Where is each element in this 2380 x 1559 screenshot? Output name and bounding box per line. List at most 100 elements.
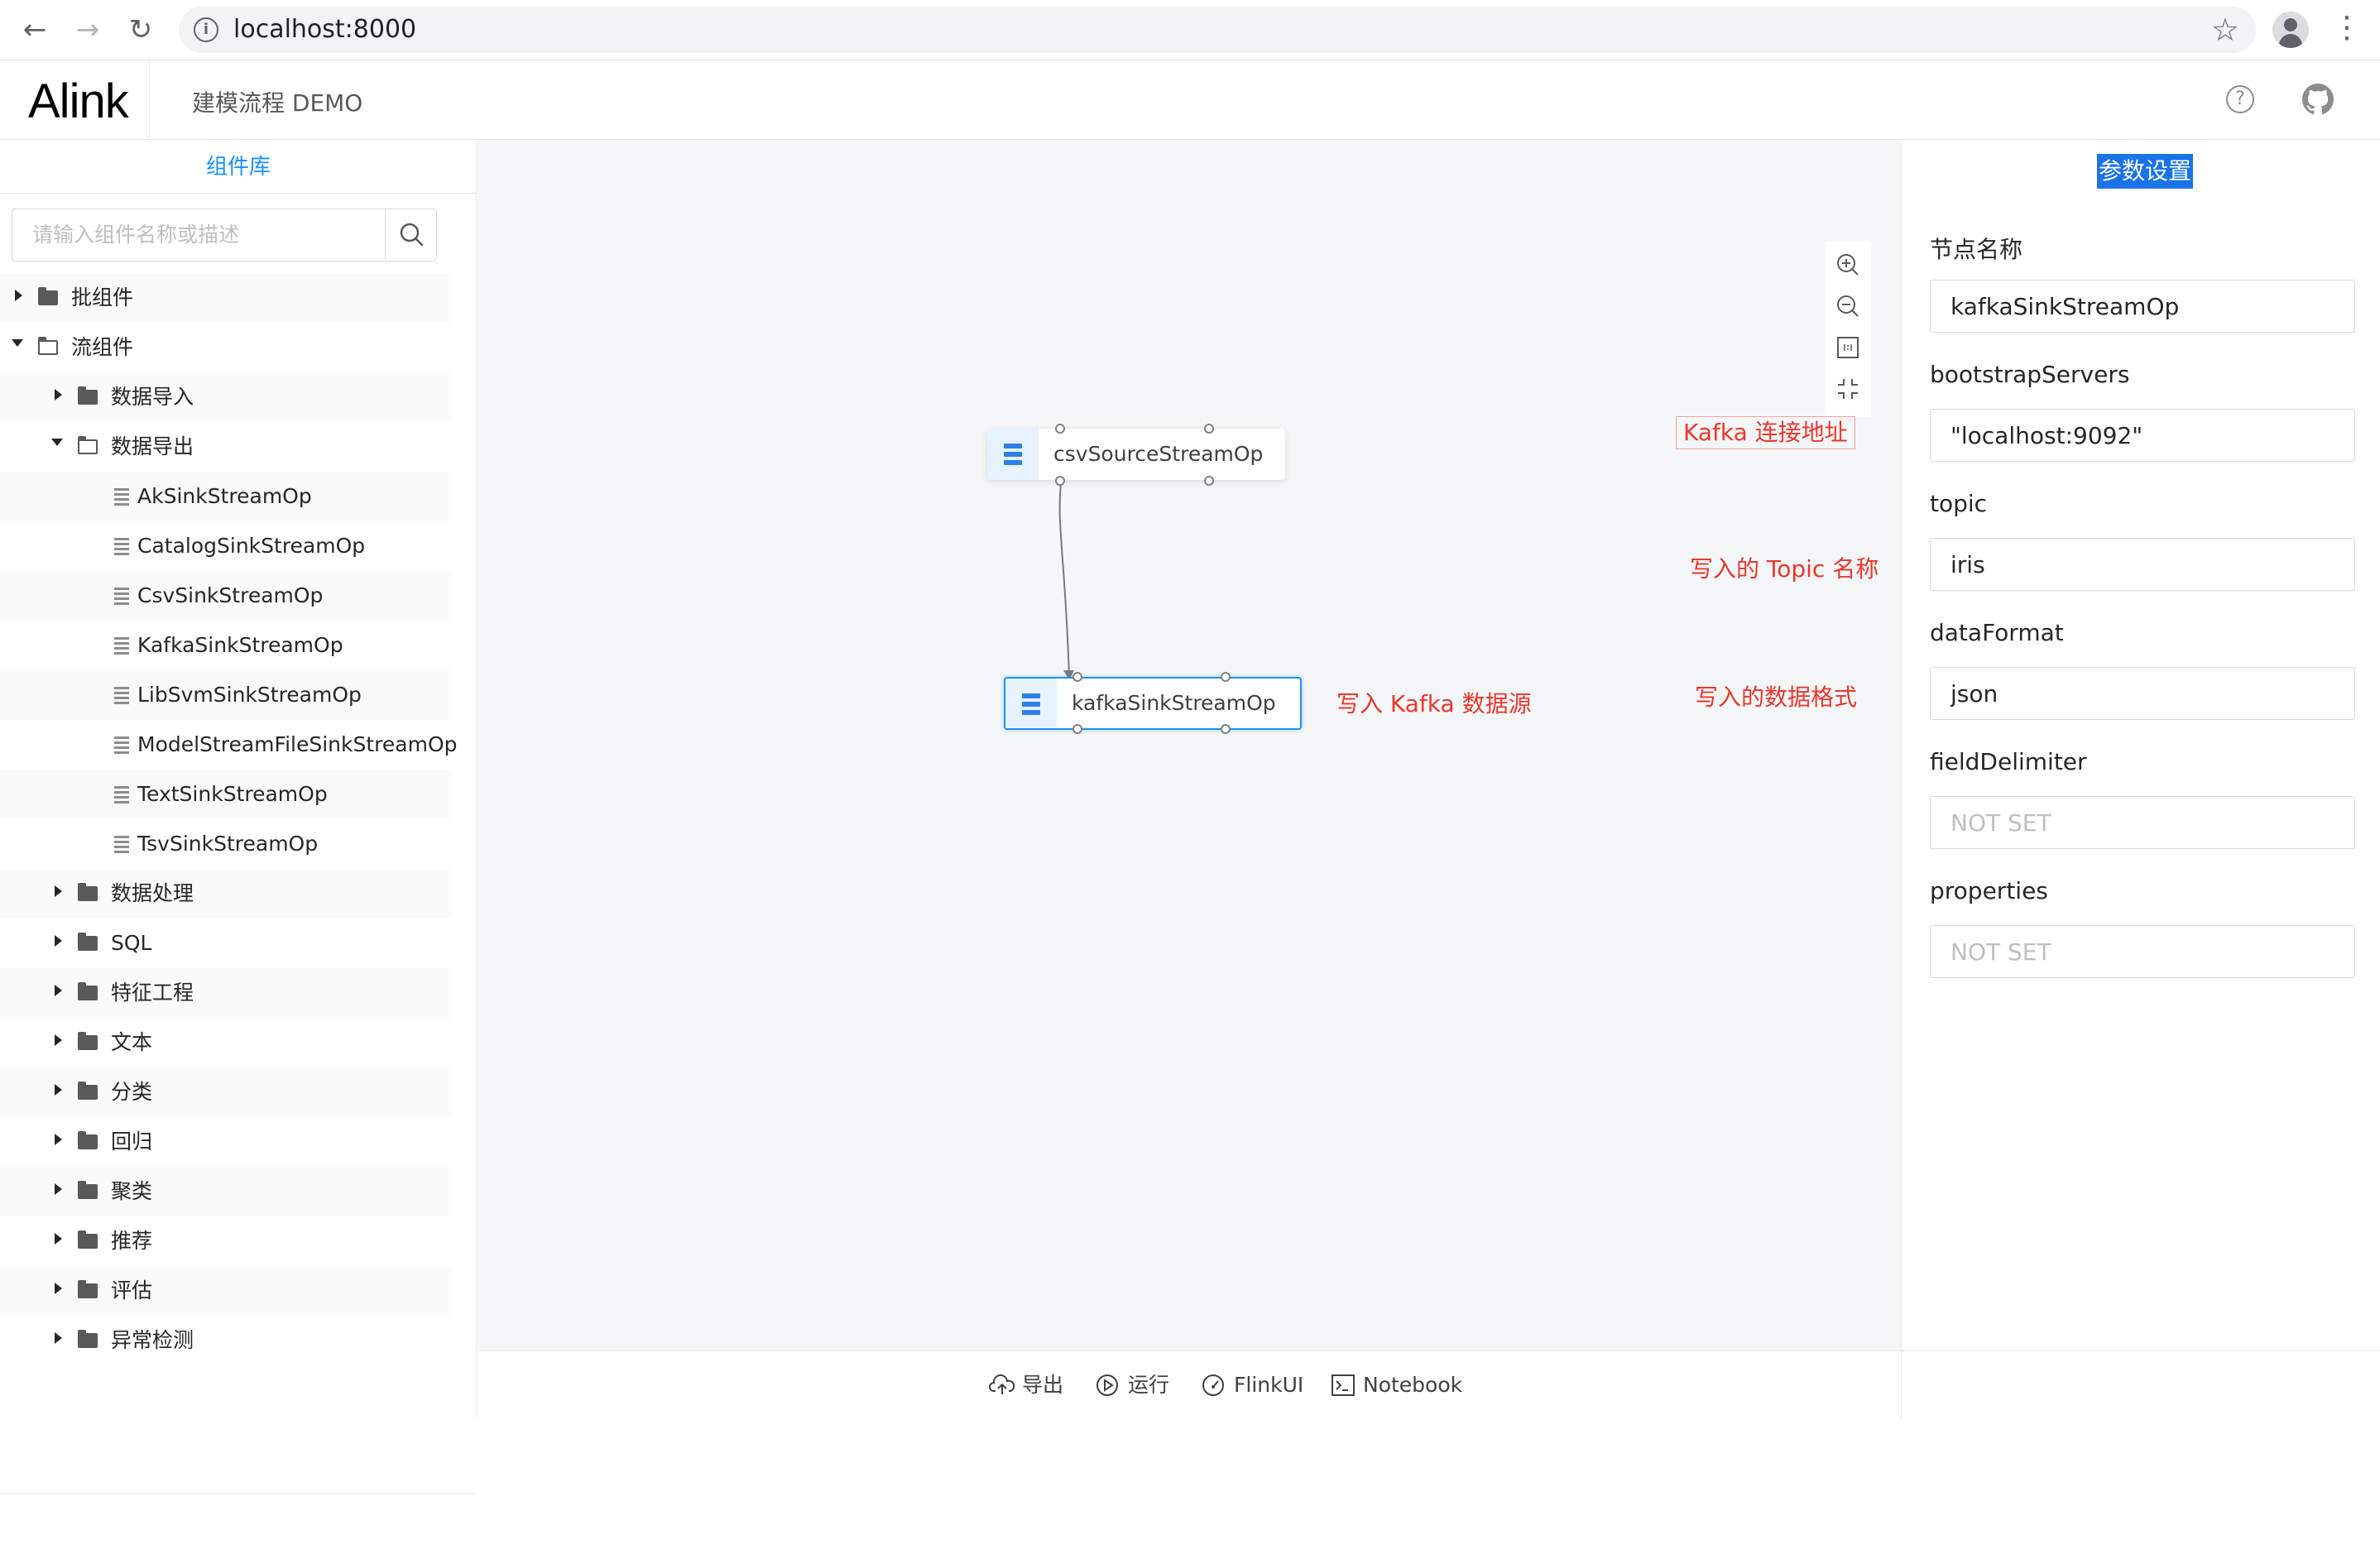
caret-right-icon[interactable] xyxy=(51,869,65,919)
field-label-topic: topic xyxy=(1930,490,1988,517)
profile-avatar-icon[interactable] xyxy=(2272,12,2309,48)
tree-leaf-item[interactable]: LibSvmSinkStreamOp xyxy=(0,670,452,720)
export-button[interactable]: 导出 xyxy=(989,1351,1068,1419)
tree-folder-item[interactable]: 文本 xyxy=(0,1018,452,1067)
data-format-input[interactable] xyxy=(1930,667,2355,720)
output-port[interactable] xyxy=(1055,476,1065,486)
search-button[interactable] xyxy=(385,209,436,260)
bookmark-star-icon[interactable]: ☆ xyxy=(2211,12,2239,48)
tree-item-label: 回归 xyxy=(111,1130,153,1154)
tree-leaf-item[interactable]: CatalogSinkStreamOp xyxy=(0,521,452,571)
zoom-out-icon[interactable] xyxy=(1835,293,1861,319)
caret-right-icon[interactable] xyxy=(51,1216,65,1266)
collapse-icon[interactable] xyxy=(1835,376,1861,402)
node-type-icon xyxy=(987,429,1039,480)
tree-folder-item[interactable]: 异常检测 xyxy=(0,1316,452,1365)
tree-folder-item[interactable]: 聚类 xyxy=(0,1167,452,1216)
properties-input[interactable] xyxy=(1930,925,2355,978)
component-library-title[interactable]: 组件库 xyxy=(0,141,477,194)
forward-icon[interactable]: → xyxy=(70,12,106,48)
tree-folder-item[interactable]: 数据导出 xyxy=(0,422,452,472)
caret-right-icon[interactable] xyxy=(51,372,65,422)
tree-folder-item[interactable]: 流组件 xyxy=(0,323,452,372)
dashboard-icon xyxy=(1202,1374,1224,1396)
url-text[interactable]: localhost:8000 xyxy=(233,7,416,53)
tree-leaf-item[interactable]: TextSinkStreamOp xyxy=(0,770,452,819)
caret-right-icon[interactable] xyxy=(51,919,65,968)
caret-right-icon[interactable] xyxy=(51,1167,65,1216)
tree-item-label: 数据导出 xyxy=(111,434,194,458)
tree-folder-item[interactable]: 回归 xyxy=(0,1117,452,1167)
caret-right-icon[interactable] xyxy=(51,1117,65,1167)
field-label-bootstrap-servers: bootstrapServers xyxy=(1930,361,2130,388)
input-port[interactable] xyxy=(1204,424,1214,434)
caret-down-icon[interactable] xyxy=(12,323,25,372)
tree-leaf-item[interactable]: TsvSinkStreamOp xyxy=(0,819,452,869)
github-icon[interactable] xyxy=(2302,84,2334,115)
site-info-icon[interactable]: i xyxy=(194,17,218,42)
component-icon xyxy=(114,687,129,705)
input-port[interactable] xyxy=(1221,672,1231,682)
edge-csv-to-kafka xyxy=(1058,481,1070,678)
field-label-data-format: dataFormat xyxy=(1930,619,2064,646)
component-icon xyxy=(114,538,129,556)
tree-folder-item[interactable]: 数据处理 xyxy=(0,869,452,919)
reload-icon[interactable]: ↻ xyxy=(122,12,159,48)
node-name-input[interactable] xyxy=(1930,280,2355,333)
node-csv-source[interactable]: csvSourceStreamOp xyxy=(987,429,1285,480)
caret-right-icon[interactable] xyxy=(51,1266,65,1316)
tree-folder-item[interactable]: SQL xyxy=(0,919,452,968)
run-button[interactable]: 运行 xyxy=(1095,1351,1174,1419)
annotation-kafka-address: Kafka 连接地址 xyxy=(1676,416,1855,449)
input-port[interactable] xyxy=(1072,672,1082,682)
tree-folder-item[interactable]: 批组件 xyxy=(0,273,452,323)
terminal-icon xyxy=(1332,1374,1355,1396)
tree-leaf-item[interactable]: KafkaSinkStreamOp xyxy=(0,621,452,670)
node-label: csvSourceStreamOp xyxy=(1053,442,1264,466)
component-icon xyxy=(114,588,129,606)
tree-leaf-item[interactable]: AkSinkStreamOp xyxy=(0,472,452,521)
workflow-canvas[interactable]: csvSourceStreamOp kafkaSinkStreamOp 写入 K… xyxy=(477,141,1901,1350)
topic-input[interactable] xyxy=(1930,538,2355,591)
export-label: 导出 xyxy=(1022,1373,1064,1397)
tree-folder-item[interactable]: 评估 xyxy=(0,1266,452,1316)
browser-menu-icon[interactable]: ⋮ xyxy=(2332,12,2362,48)
input-port[interactable] xyxy=(1055,424,1065,434)
tree-folder-item[interactable]: 分类 xyxy=(0,1067,452,1117)
folder-icon xyxy=(78,386,98,405)
tree-item-label: 数据处理 xyxy=(111,881,194,905)
component-search-input[interactable] xyxy=(12,209,385,260)
tree-folder-item[interactable]: 特征工程 xyxy=(0,968,452,1018)
caret-right-icon[interactable] xyxy=(51,1067,65,1117)
address-bar[interactable]: i localhost:8000 ☆ xyxy=(179,7,2256,53)
tree-item-label: 聚类 xyxy=(111,1179,153,1203)
tree-item-label: 文本 xyxy=(111,1030,153,1054)
output-port[interactable] xyxy=(1221,724,1231,734)
caret-right-icon[interactable] xyxy=(51,968,65,1018)
caret-right-icon[interactable] xyxy=(12,273,25,323)
back-icon[interactable]: ← xyxy=(17,12,53,48)
bootstrap-servers-input[interactable] xyxy=(1930,409,2355,462)
field-delimiter-input[interactable] xyxy=(1930,796,2355,849)
flinkui-button[interactable]: FlinkUI xyxy=(1201,1351,1308,1419)
output-port[interactable] xyxy=(1204,476,1214,486)
tree-item-label: 批组件 xyxy=(71,285,134,309)
help-icon[interactable]: ? xyxy=(2226,85,2254,113)
tree-leaf-item[interactable]: ModelStreamFileSinkStreamOp xyxy=(0,720,458,770)
tree-leaf-item[interactable]: CsvSinkStreamOp xyxy=(0,571,452,621)
fit-view-icon[interactable] xyxy=(1835,334,1861,361)
tree-folder-item[interactable]: 数据导入 xyxy=(0,372,452,422)
caret-right-icon[interactable] xyxy=(51,1018,65,1067)
app-logo[interactable]: Alink xyxy=(28,74,129,129)
tree-item-label: TsvSinkStreamOp xyxy=(137,832,319,856)
caret-down-icon[interactable] xyxy=(51,422,65,472)
node-kafka-sink[interactable]: kafkaSinkStreamOp xyxy=(1004,677,1302,730)
output-port[interactable] xyxy=(1072,724,1082,734)
tree-item-label: 流组件 xyxy=(71,335,134,359)
caret-right-icon[interactable] xyxy=(51,1316,65,1365)
notebook-button[interactable]: Notebook xyxy=(1330,1351,1471,1419)
tree-item-label: LibSvmSinkStreamOp xyxy=(137,683,362,707)
zoom-in-icon[interactable] xyxy=(1835,252,1861,278)
edge-layer xyxy=(1058,481,1074,680)
tree-folder-item[interactable]: 推荐 xyxy=(0,1216,452,1266)
